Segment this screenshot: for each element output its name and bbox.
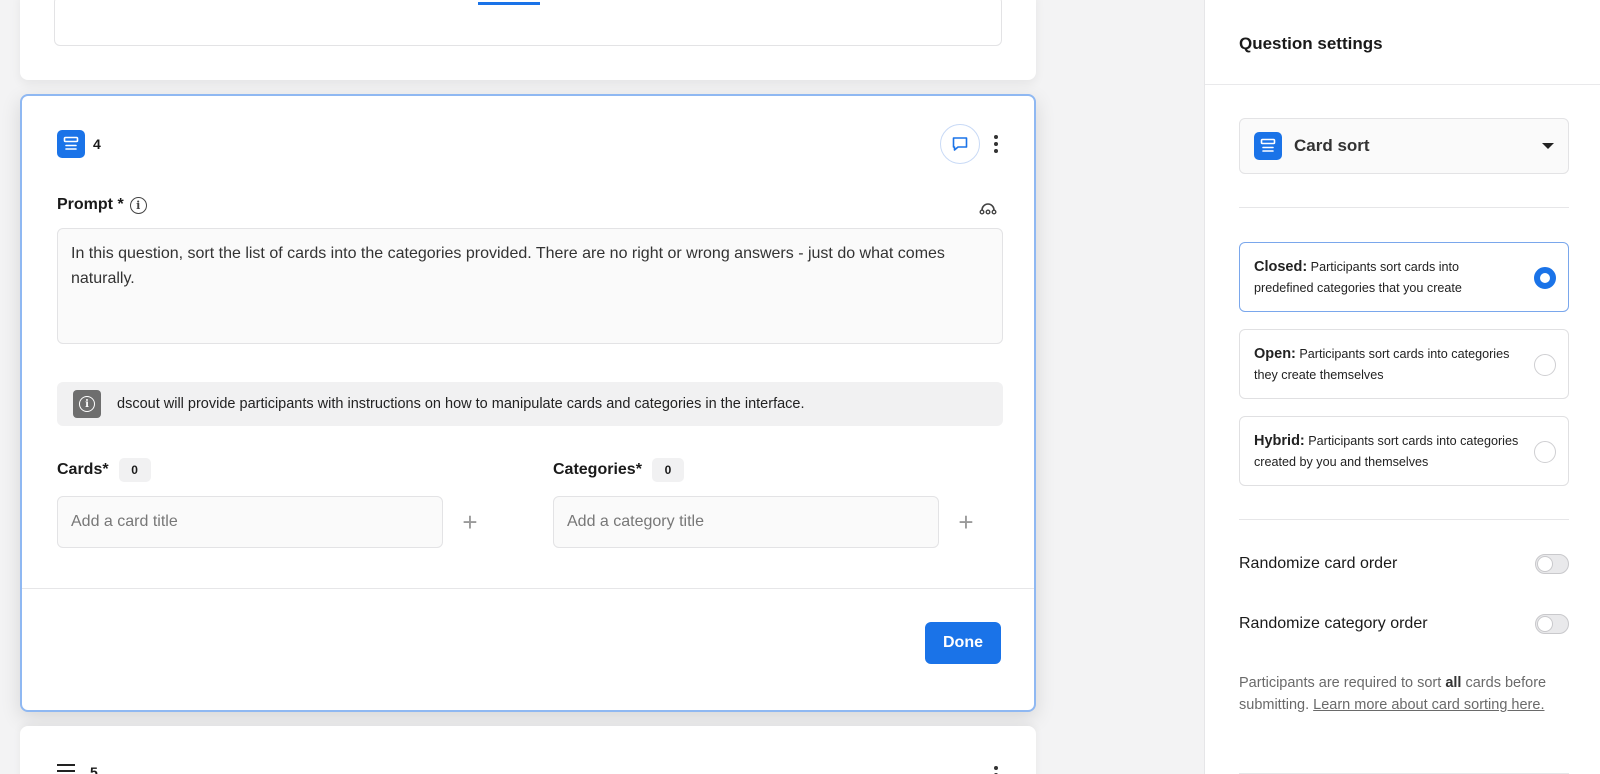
comment-button[interactable]	[940, 124, 980, 164]
prompt-label: Prompt * i	[57, 196, 147, 214]
previous-question-card[interactable]	[20, 0, 1036, 80]
add-card-plus-icon[interactable]: +	[456, 507, 484, 537]
settings-divider	[1239, 519, 1569, 520]
caret-down-icon	[1542, 143, 1554, 149]
cards-label: Cards* 0	[57, 458, 151, 482]
question-type-select[interactable]: Card sort	[1239, 118, 1569, 174]
help-prefix: Participants are required to sort	[1239, 675, 1446, 691]
radio-closed[interactable]	[1534, 267, 1556, 289]
kebab-menu-icon[interactable]	[990, 131, 1002, 157]
randomize-card-order-toggle[interactable]	[1535, 554, 1569, 574]
voice-prompt-icon[interactable]	[978, 198, 998, 221]
cards-count-badge: 0	[118, 458, 151, 482]
card-sort-icon	[1254, 132, 1282, 160]
add-category-plus-icon[interactable]: +	[952, 507, 980, 537]
previous-question-indicator	[478, 2, 540, 5]
sort-option-closed[interactable]: Closed: Participants sort cards into pre…	[1239, 242, 1569, 312]
option-name: Closed:	[1254, 259, 1308, 275]
sort-option-open[interactable]: Open: Participants sort cards into categ…	[1239, 329, 1569, 399]
question-actions	[940, 124, 1002, 164]
card-title-input[interactable]	[57, 496, 443, 548]
randomize-category-order-toggle[interactable]	[1535, 614, 1569, 634]
instructions-notice: i dscout will provide participants with …	[57, 382, 1003, 426]
survey-editor: 4 Prompt * i In this question, sort the …	[0, 0, 1204, 774]
option-name: Open:	[1254, 346, 1296, 362]
randomize-card-order-row: Randomize card order	[1239, 554, 1569, 574]
question-header: 4	[57, 130, 101, 158]
question-type-label: Card sort	[1294, 136, 1370, 155]
active-question-card[interactable]: 4 Prompt * i In this question, sort the …	[20, 94, 1036, 712]
comment-icon	[952, 137, 968, 151]
randomize-category-order-label: Randomize category order	[1239, 615, 1428, 632]
sort-option-hybrid[interactable]: Hybrid: Participants sort cards into cat…	[1239, 416, 1569, 486]
prompt-label-text: Prompt *	[57, 196, 124, 213]
info-icon[interactable]: i	[129, 196, 147, 214]
help-bold: all	[1445, 675, 1462, 691]
category-title-input[interactable]	[553, 496, 939, 548]
settings-title: Question settings	[1239, 34, 1383, 53]
randomize-card-order-label: Randomize card order	[1239, 555, 1398, 572]
radio-open[interactable]	[1534, 354, 1556, 376]
notice-info-icon: i	[73, 390, 101, 418]
prompt-textarea[interactable]: In this question, sort the list of cards…	[57, 228, 1003, 344]
question-settings-panel: Question settings Card sort Closed: Part…	[1204, 0, 1600, 774]
option-name: Hybrid:	[1254, 433, 1305, 449]
settings-header-divider	[1205, 84, 1600, 85]
text-question-icon	[57, 764, 75, 774]
settings-divider	[1239, 207, 1569, 208]
next-kebab-menu-icon[interactable]	[990, 762, 1002, 774]
randomize-category-order-row: Randomize category order	[1239, 614, 1569, 634]
done-button[interactable]: Done	[925, 622, 1001, 664]
categories-label: Categories* 0	[553, 458, 684, 482]
notice-text: dscout will provide participants with in…	[117, 396, 805, 412]
question-number: 4	[93, 136, 101, 152]
card-footer-divider	[22, 588, 1034, 589]
cards-label-text: Cards*	[57, 461, 109, 478]
previous-question-field[interactable]	[54, 0, 1002, 46]
categories-count-badge: 0	[651, 458, 684, 482]
categories-label-text: Categories*	[553, 461, 642, 478]
radio-hybrid[interactable]	[1534, 441, 1556, 463]
learn-more-link[interactable]: Learn more about card sorting here.	[1313, 697, 1544, 713]
card-sort-help-text: Participants are required to sort all ca…	[1239, 672, 1569, 716]
next-question-card[interactable]: 5	[20, 726, 1036, 774]
next-question-number: 5	[90, 764, 98, 774]
card-sort-icon	[57, 130, 85, 158]
